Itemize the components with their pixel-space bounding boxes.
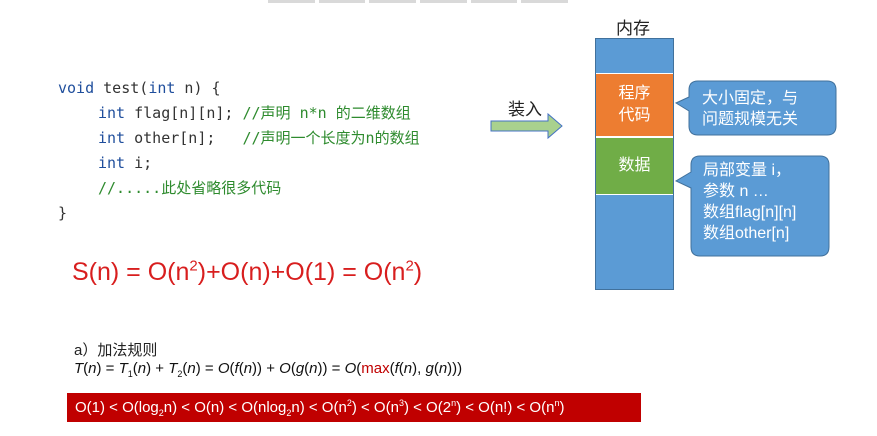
formula-subscript: 2 [177,369,183,379]
callout-line: 数组other[n] [703,225,790,242]
formula-symbol: f [394,360,399,377]
formula-symbol: n [438,360,448,377]
formula-symbol: n [187,360,196,377]
order-text: ) < O(2 [403,399,452,416]
formula-symbol: n [243,360,253,377]
formula-symbol: T [118,360,128,377]
callout-line: 局部变量 i， [703,162,792,179]
order-text: n) < O(n) < O(nlog [163,399,287,416]
order-text: ) < O(n!) < O(n [456,399,555,416]
order-text: O(1) < O(log [75,399,159,416]
formula-symbol: n [137,360,147,377]
formula-symbol: O [279,360,291,377]
order-text: ) [559,399,565,416]
addition-rule-title: a）加法规则 [74,342,158,359]
formula-max: max [361,360,390,377]
formula-symbol: n [88,360,97,377]
callout-line: 大小固定，与 [702,90,799,107]
callout-line: 问题规模无关 [702,111,799,128]
formula-symbol: n [309,360,318,377]
order-text: n) < O(n [291,399,347,416]
program-callout: 大小固定，与 问题规模无关 [702,88,798,130]
data-callout: 局部变量 i， 参数 n … 数组flag[n][n] 数组other[n] [703,160,796,244]
callout-line: 数组flag[n][n] [703,204,797,221]
callout-line: 参数 n … [703,183,769,200]
complexity-order-bar: O(1) < O(log2n) < O(n) < O(nlog2n) < O(n… [67,393,641,422]
formula-subscript: 1 [127,369,133,379]
formula-symbol: O [217,360,230,377]
order-text: ) < O(n [351,399,399,416]
formula-symbol: T [74,360,84,377]
formula-symbol: n [403,360,413,377]
formula-symbol: g [425,360,434,377]
addition-rule-formula: T(n) = T1(n) + T2(n) = O(f(n)) + O(g(n))… [74,360,463,379]
formula-symbol: g [295,360,305,377]
formula-symbol: O [344,360,357,377]
formula-symbol: f [234,360,239,377]
